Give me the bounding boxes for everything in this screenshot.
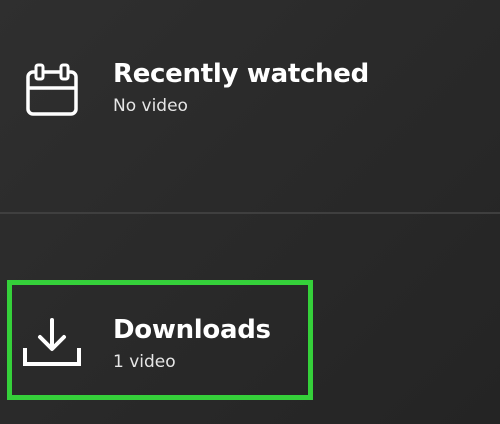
menu-item-title: Downloads [113, 315, 271, 345]
menu-item-text: Downloads 1 video [113, 314, 271, 375]
menu-item-downloads[interactable]: Downloads 1 video [0, 284, 500, 402]
menu-item-recently-watched[interactable]: Recently watched No video [0, 40, 500, 150]
divider [0, 212, 500, 214]
menu-item-text: Recently watched No video [113, 58, 369, 119]
calendar-icon [22, 60, 82, 120]
menu-item-subtitle: No video [113, 96, 188, 116]
download-icon [22, 314, 82, 374]
menu-item-subtitle: 1 video [113, 352, 176, 372]
menu-item-title: Recently watched [113, 59, 369, 89]
